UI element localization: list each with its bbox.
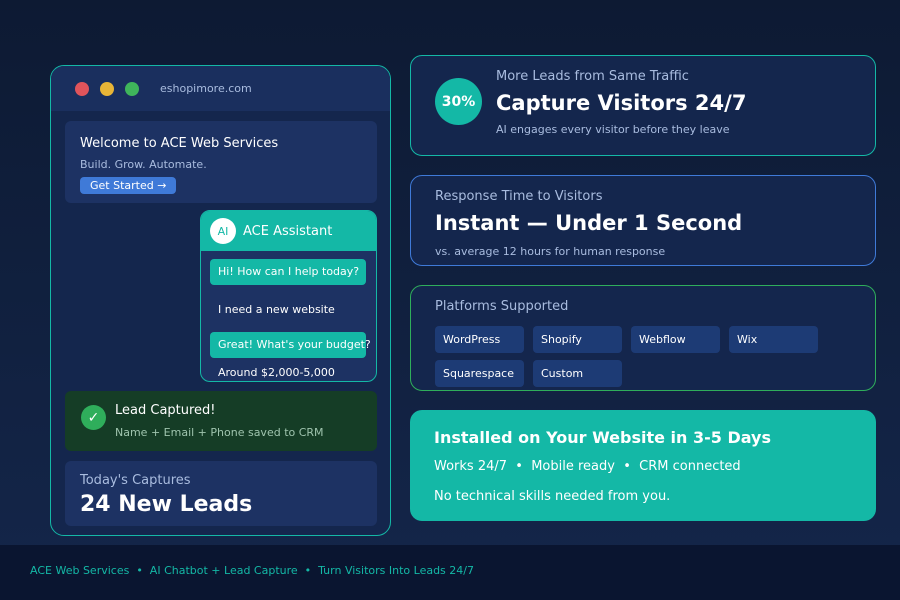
close-window-dot-icon[interactable] (75, 81, 89, 96)
minimize-window-dot-icon[interactable] (100, 81, 114, 96)
captures-label: Today's Captures (80, 473, 191, 488)
response-card-subtitle: vs. average 12 hours for human response (435, 245, 666, 258)
platforms-card-label: Platforms Supported (435, 299, 569, 314)
get-started-button[interactable]: Get Started → (80, 177, 177, 194)
lead-captured-notice: ✓ Lead Captured! Name + Email + Phone sa… (65, 391, 377, 451)
welcome-subtitle: Build. Grow. Automate. (80, 158, 207, 171)
todays-captures-panel: Today's Captures 24 New Leads (65, 461, 377, 526)
chat-message-user: Around $2,000-5,000 (218, 366, 335, 379)
percent-badge: 30% (435, 78, 482, 125)
platforms-card: Platforms Supported WordPress Shopify We… (410, 285, 876, 391)
checkmark-icon: ✓ (81, 405, 106, 430)
footer-text: ACE Web Services • AI Chatbot + Lead Cap… (30, 564, 474, 577)
platform-chip-squarespace: Squarespace (435, 360, 524, 387)
platform-chip-wordpress: WordPress (435, 326, 524, 353)
traffic-card-title: Capture Visitors 24/7 (496, 91, 747, 115)
captures-value: 24 New Leads (80, 492, 253, 517)
platform-chip-custom: Custom (533, 360, 622, 387)
traffic-card-label: More Leads from Same Traffic (496, 69, 689, 84)
chat-header: AI ACE Assistant (201, 211, 376, 251)
install-card-title: Installed on Your Website in 3-5 Days (434, 428, 771, 447)
response-card-title: Instant — Under 1 Second (435, 211, 743, 235)
traffic-card-subtitle: AI engages every visitor before they lea… (496, 123, 730, 136)
platform-chip-webflow: Webflow (631, 326, 720, 353)
browser-toolbar: eshopimore.com (51, 66, 390, 111)
maximize-window-dot-icon[interactable] (125, 81, 139, 96)
leads-traffic-card: 30% More Leads from Same Traffic Capture… (410, 55, 876, 156)
chat-assistant-name: ACE Assistant (243, 223, 333, 239)
chat-message-bot: Hi! How can I help today? (210, 259, 366, 285)
welcome-title: Welcome to ACE Web Services (80, 136, 279, 151)
install-card-features: Works 24/7 • Mobile ready • CRM connecte… (434, 459, 741, 474)
address-bar-url[interactable]: eshopimore.com (160, 82, 252, 95)
browser-mockup: eshopimore.com Welcome to ACE Web Servic… (50, 65, 391, 536)
ai-avatar-icon: AI (210, 218, 236, 244)
response-time-card: Response Time to Visitors Instant — Unde… (410, 175, 876, 266)
install-card-note: No technical skills needed from you. (434, 489, 671, 504)
chat-message-user: I need a new website (218, 303, 335, 316)
installation-card: Installed on Your Website in 3-5 Days Wo… (410, 410, 876, 521)
footer-bar: ACE Web Services • AI Chatbot + Lead Cap… (0, 545, 900, 600)
chat-message-bot: Great! What's your budget? (210, 332, 371, 358)
platform-chip-shopify: Shopify (533, 326, 622, 353)
lead-captured-subtitle: Name + Email + Phone saved to CRM (115, 426, 324, 439)
welcome-banner: Welcome to ACE Web Services Build. Grow.… (65, 121, 377, 203)
lead-captured-title: Lead Captured! (115, 403, 216, 418)
response-card-label: Response Time to Visitors (435, 189, 603, 204)
platform-chip-wix: Wix (729, 326, 818, 353)
chat-widget[interactable]: AI ACE Assistant Hi! How can I help toda… (200, 210, 377, 382)
